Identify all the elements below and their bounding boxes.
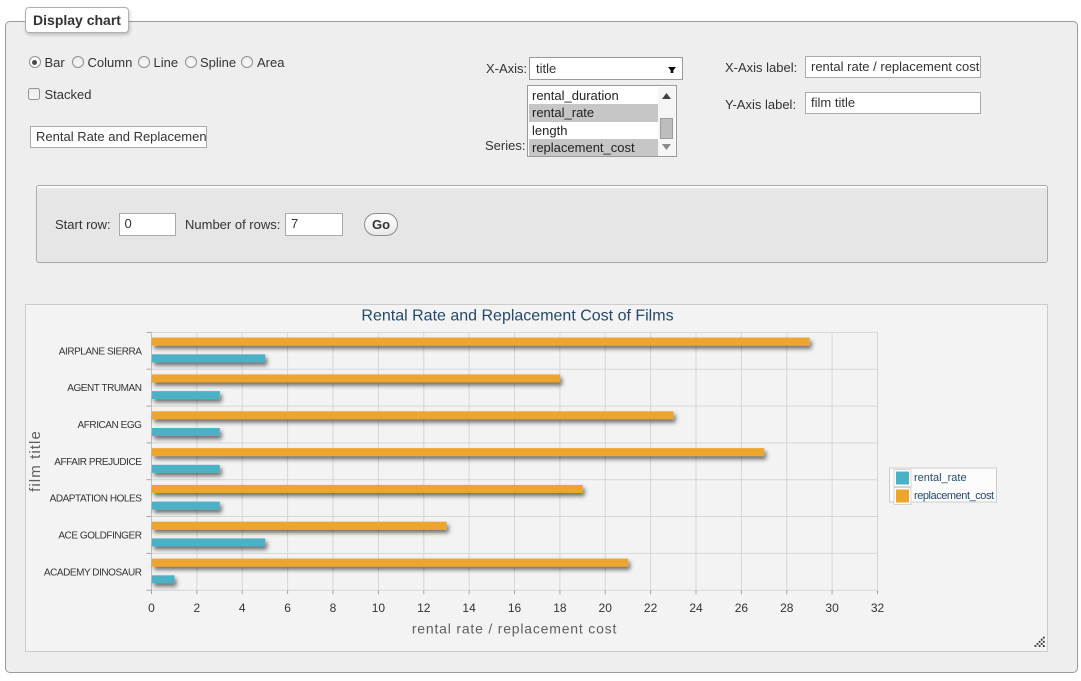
svg-text:2: 2 — [193, 601, 200, 615]
svg-text:ACADEMY DINOSAUR: ACADEMY DINOSAUR — [43, 567, 141, 578]
svg-text:0: 0 — [148, 601, 155, 615]
svg-text:10: 10 — [371, 601, 385, 615]
svg-text:ACE GOLDFINGER: ACE GOLDFINGER — [58, 531, 141, 542]
svg-text:AIRPLANE SIERRA: AIRPLANE SIERRA — [58, 346, 142, 357]
svg-text:26: 26 — [734, 601, 748, 615]
svg-text:AFRICAN EGG: AFRICAN EGG — [77, 420, 142, 431]
svg-text:16: 16 — [507, 601, 521, 615]
svg-text:AFFAIR PREJUDICE: AFFAIR PREJUDICE — [54, 457, 142, 468]
svg-text:32: 32 — [870, 601, 884, 615]
svg-text:film title: film title — [27, 430, 44, 492]
svg-text:6: 6 — [284, 601, 291, 615]
svg-text:22: 22 — [643, 601, 657, 615]
svg-text:20: 20 — [598, 601, 612, 615]
svg-text:8: 8 — [329, 601, 336, 615]
svg-text:14: 14 — [462, 601, 476, 615]
svg-text:30: 30 — [825, 601, 839, 615]
svg-text:replacement_cost: replacement_cost — [914, 490, 994, 502]
svg-text:rental rate / replacement cost: rental rate / replacement cost — [411, 621, 616, 637]
svg-text:4: 4 — [238, 601, 245, 615]
svg-text:18: 18 — [553, 601, 567, 615]
svg-text:28: 28 — [780, 601, 794, 615]
svg-text:12: 12 — [417, 601, 431, 615]
svg-text:Rental Rate and Replacement Co: Rental Rate and Replacement Cost of Film… — [361, 308, 673, 325]
svg-text:rental_rate: rental_rate — [914, 472, 967, 484]
svg-text:24: 24 — [689, 601, 703, 615]
svg-text:ADAPTATION HOLES: ADAPTATION HOLES — [49, 494, 142, 505]
svg-text:AGENT TRUMAN: AGENT TRUMAN — [67, 383, 141, 394]
